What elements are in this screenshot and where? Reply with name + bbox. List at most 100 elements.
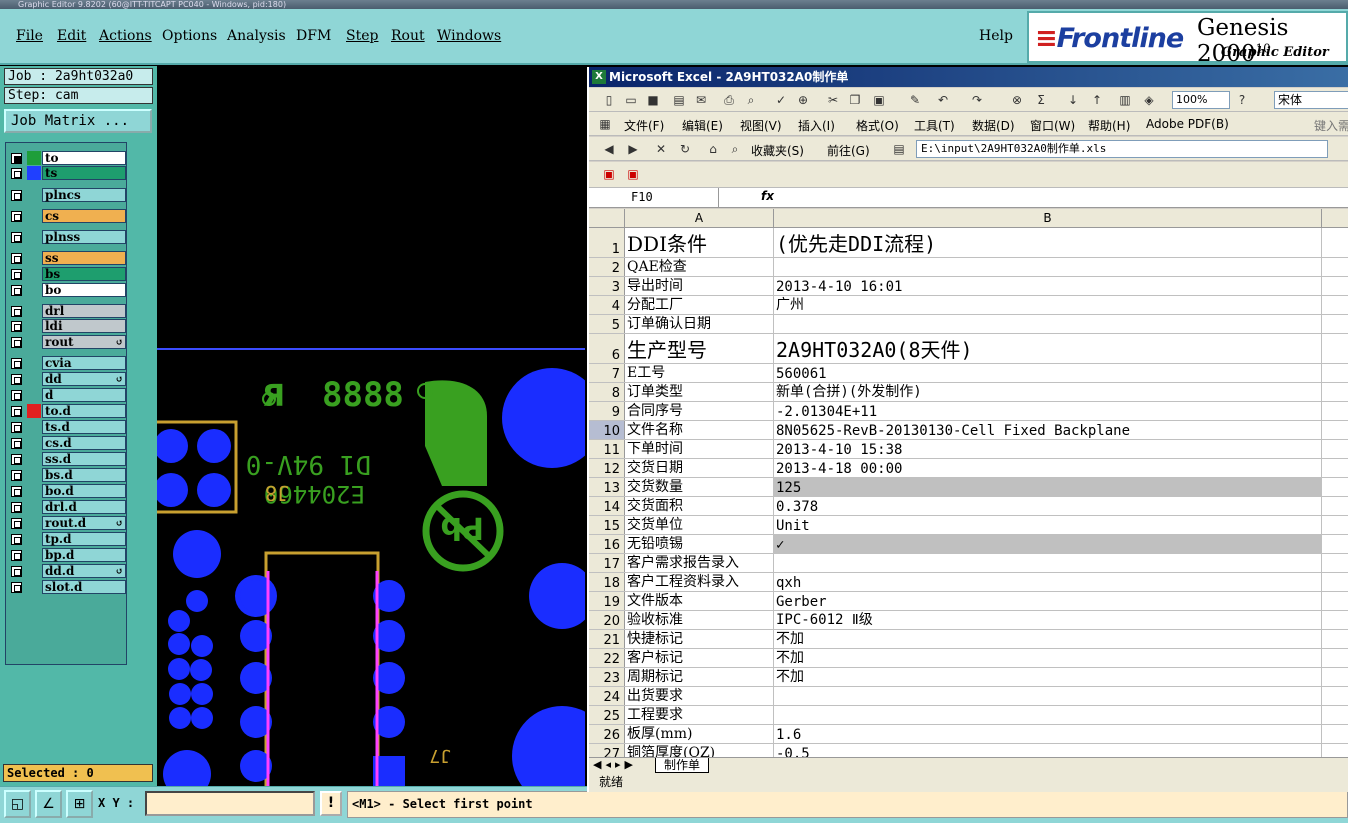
cell-b[interactable]: qxh — [774, 573, 1322, 591]
copy-icon[interactable]: ❐ — [847, 92, 863, 108]
row-header[interactable]: 13 — [589, 478, 625, 496]
cell-b[interactable] — [774, 706, 1322, 724]
table-row[interactable]: 21 快捷标记 不加 — [589, 630, 1348, 649]
layer-name[interactable]: cvia — [42, 356, 126, 370]
layer-checkbox[interactable] — [11, 422, 22, 433]
cell-b[interactable]: 125 — [774, 478, 1322, 496]
cell-b[interactable]: 2013-4-18 00:00 — [774, 459, 1322, 477]
layer-name[interactable]: ts — [42, 166, 126, 180]
xmenu-data[interactable]: 数据(D) — [972, 117, 1015, 134]
job-matrix-button[interactable]: Job Matrix ... — [4, 109, 152, 133]
layer-checkbox[interactable] — [11, 486, 22, 497]
spelling-icon[interactable]: ✓ — [773, 92, 789, 108]
table-row[interactable]: 4 分配工厂 广州 — [589, 296, 1348, 315]
tab-nav-icons[interactable]: ◀◂▸▶ — [593, 758, 637, 771]
cell-b[interactable] — [774, 554, 1322, 572]
row-header[interactable]: 12 — [589, 459, 625, 477]
layer-checkbox[interactable] — [11, 566, 22, 577]
open-icon[interactable]: ▭ — [623, 92, 639, 108]
table-row[interactable]: 25 工程要求 — [589, 706, 1348, 725]
layer-row-cs[interactable]: cs — [8, 209, 126, 223]
cell-a[interactable]: 周期标记 — [625, 668, 774, 686]
execute-button[interactable]: ! — [320, 791, 342, 816]
stop-icon[interactable]: ✕ — [653, 141, 669, 157]
cell-a[interactable]: 无铅喷锡 — [625, 535, 774, 553]
cell-a[interactable]: 交货面积 — [625, 497, 774, 515]
xmenu-help[interactable]: 帮助(H) — [1088, 117, 1130, 134]
cell-b[interactable]: 广州 — [774, 296, 1322, 314]
layer-row-dd[interactable]: dd ↺ — [8, 372, 126, 386]
excel-window[interactable]: X Microsoft Excel - 2A9HT032A0制作单 ▯ ▭ ■ … — [587, 67, 1348, 792]
fx-icon[interactable]: fx — [761, 189, 774, 203]
row-header[interactable]: 6 — [589, 334, 625, 363]
row-header[interactable]: 17 — [589, 554, 625, 572]
table-row[interactable]: 6 生产型号 2A9HT032A0(8天件) — [589, 334, 1348, 364]
cell-a[interactable]: 交货数量 — [625, 478, 774, 496]
row-header[interactable]: 23 — [589, 668, 625, 686]
cut-icon[interactable]: ✂ — [825, 92, 841, 108]
layer-row-tp-d[interactable]: tp.d — [8, 532, 126, 546]
layer-checkbox[interactable] — [11, 321, 22, 332]
layer-row-bp-d[interactable]: bp.d — [8, 548, 126, 562]
xmenu-file[interactable]: 文件(F) — [624, 117, 664, 134]
zoom-window-tool[interactable]: ◱ — [4, 790, 31, 818]
cell-a[interactable]: 客户工程资料录入 — [625, 573, 774, 591]
table-row[interactable]: 1 DDI条件 (优先走DDI流程) — [589, 228, 1348, 258]
layer-checkbox[interactable] — [11, 190, 22, 201]
layer-checkbox[interactable] — [11, 470, 22, 481]
row-header[interactable]: 7 — [589, 364, 625, 382]
cell-a[interactable]: QAE检查 — [625, 258, 774, 276]
layer-checkbox[interactable] — [11, 438, 22, 449]
layer-name[interactable]: bs.d — [42, 468, 126, 482]
layer-checkbox[interactable] — [11, 390, 22, 401]
cell-a[interactable]: 文件版本 — [625, 592, 774, 610]
row-header[interactable]: 16 — [589, 535, 625, 553]
row-header[interactable]: 15 — [589, 516, 625, 534]
row-header[interactable]: 20 — [589, 611, 625, 629]
layer-row-cs-d[interactable]: cs.d — [8, 436, 126, 450]
layer-name[interactable]: ss — [42, 251, 126, 265]
table-row[interactable]: 27 铜箔厚度(OZ) -0.5 — [589, 744, 1348, 757]
table-row[interactable]: 12 交货日期 2013-4-18 00:00 — [589, 459, 1348, 478]
column-header-b[interactable]: B — [774, 209, 1322, 228]
layer-name[interactable]: ts.d — [42, 420, 126, 434]
xmenu-insert[interactable]: 插入(I) — [798, 117, 835, 134]
layer-row-ts[interactable]: ts — [8, 166, 126, 180]
table-row[interactable]: 2 QAE检查 — [589, 258, 1348, 277]
layer-checkbox[interactable] — [11, 153, 22, 164]
home-icon[interactable]: ⌂ — [705, 141, 721, 157]
search-web-icon[interactable]: ⌕ — [727, 141, 743, 157]
cell-a[interactable]: E工号 — [625, 364, 774, 382]
layer-checkbox[interactable] — [11, 534, 22, 545]
name-box[interactable]: F10 — [589, 188, 719, 207]
cell-b[interactable] — [774, 687, 1322, 705]
layer-name[interactable]: slot.d — [42, 580, 126, 594]
save-icon[interactable]: ■ — [645, 92, 661, 108]
table-row[interactable]: 13 交货数量 125 — [589, 478, 1348, 497]
layer-name[interactable]: cs — [42, 209, 126, 223]
cell-b[interactable]: 2A9HT032A0(8天件) — [774, 334, 1322, 363]
xmenu-tools[interactable]: 工具(T) — [914, 117, 955, 134]
forward-icon[interactable]: ▶ — [625, 141, 641, 157]
row-header[interactable]: 8 — [589, 383, 625, 401]
menu-analysis[interactable]: Analysis — [227, 28, 286, 44]
layer-checkbox[interactable] — [11, 269, 22, 280]
table-row[interactable]: 20 验收标准 IPC-6012 Ⅱ级 — [589, 611, 1348, 630]
layer-checkbox[interactable] — [11, 374, 22, 385]
cell-a[interactable]: 铜箔厚度(OZ) — [625, 744, 774, 757]
cell-a[interactable]: DDI条件 — [625, 228, 774, 257]
layer-row-d[interactable]: d — [8, 388, 126, 402]
layer-row-drl-d[interactable]: drl.d — [8, 500, 126, 514]
cell-a[interactable]: 导出时间 — [625, 277, 774, 295]
table-row[interactable]: 24 出货要求 — [589, 687, 1348, 706]
cell-a[interactable]: 客户标记 — [625, 649, 774, 667]
chart-icon[interactable]: ▥ — [1117, 92, 1133, 108]
layer-name[interactable]: dd ↺ — [42, 372, 126, 386]
row-header[interactable]: 22 — [589, 649, 625, 667]
table-row[interactable]: 5 订单确认日期 — [589, 315, 1348, 334]
menu-dfm[interactable]: DFM — [296, 28, 331, 44]
menu-windows[interactable]: Windows — [437, 28, 501, 44]
cell-a[interactable]: 下单时间 — [625, 440, 774, 458]
row-header[interactable]: 18 — [589, 573, 625, 591]
xmenu-adobe-pdf[interactable]: Adobe PDF(B) — [1146, 117, 1229, 131]
